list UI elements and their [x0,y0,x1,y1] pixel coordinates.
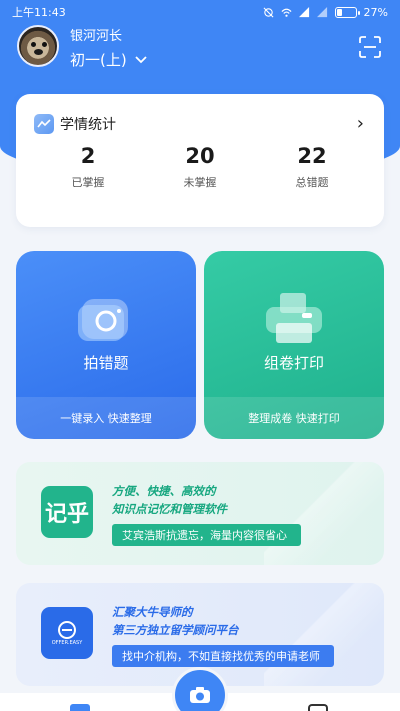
signal-icon [298,6,309,17]
offereasy-logo-text: OFFER.EASY [51,640,83,646]
alarm-off-icon [263,7,274,17]
offereasy-mark-icon [58,621,76,639]
stat-label: 未掌握 [183,176,217,189]
banner-headline: 汇聚大牛导师的 第三方独立留学顾问平台 [112,603,239,639]
jihu-ad-banner[interactable]: 记乎 方便、快捷、高效的 知识点记忆和管理软件 艾宾浩斯抗遗忘，海量内容很省心 [16,462,384,565]
chevron-down-icon [135,55,147,63]
stat-label: 总错题 [295,176,329,189]
banner-headline-line2: 知识点记忆和管理软件 [112,502,227,516]
grade-label: 初一(上) [70,51,127,69]
scan-icon[interactable] [358,36,382,58]
status-time: 上午11:43 [12,6,66,19]
banner-headline: 方便、快捷、高效的 知识点记忆和管理软件 [112,482,227,518]
feature-title: 组卷打印 [263,354,324,372]
stat-value: 2 [80,144,96,168]
stats-header[interactable]: 学情统计 [34,114,116,134]
profile-tab-icon[interactable] [308,704,328,711]
banner-headline-line1: 汇聚大牛导师的 [112,605,193,619]
wifi-icon [281,8,292,17]
chart-icon [34,114,54,134]
battery-icon [334,6,360,18]
grade-selector[interactable]: 初一(上) [70,49,147,70]
stat-mastered[interactable]: 2 已掌握 [38,144,138,190]
banner-tagline: 艾宾浩斯抗遗忘，海量内容很省心 [112,524,301,546]
battery-percent: 27% [363,5,388,19]
feature-title: 拍错题 [83,354,129,372]
home-tab-icon[interactable] [70,704,90,711]
offereasy-logo: OFFER.EASY [41,607,93,659]
banner-headline-line1: 方便、快捷、高效的 [112,484,216,498]
printer-icon [266,293,322,343]
banner-headline-line2: 第三方独立留学顾问平台 [112,623,239,637]
status-bar: 上午11:43 27% [0,0,400,24]
stat-value: 22 [297,144,327,168]
capture-mistakes-card[interactable]: 拍错题 一键录入 快速整理 [16,251,196,439]
user-name: 银河河长 [70,29,123,44]
feature-subtitle: 整理成卷 快速打印 [204,397,384,439]
stat-unmastered[interactable]: 20 未掌握 [150,144,250,190]
compose-print-card[interactable]: 组卷打印 整理成卷 快速打印 [204,251,384,439]
jihu-logo: 记乎 [41,486,93,538]
avatar[interactable] [17,25,59,67]
stat-value: 20 [185,144,215,168]
feature-subtitle: 一键录入 快速整理 [16,397,196,439]
chevron-right-icon[interactable]: › [357,113,364,134]
stat-label: 已掌握 [71,176,105,189]
stats-title: 学情统计 [60,117,116,133]
banner-tagline: 找中介机构，不如直接找优秀的申请老师 [112,645,334,667]
camera-icon [78,299,128,341]
stats-card: 学情统计 › 2 已掌握 20 未掌握 22 总错题 [16,94,384,227]
signal-icon-2 [316,6,327,17]
camera-icon [190,687,210,703]
stat-total-errors[interactable]: 22 总错题 [262,144,362,190]
